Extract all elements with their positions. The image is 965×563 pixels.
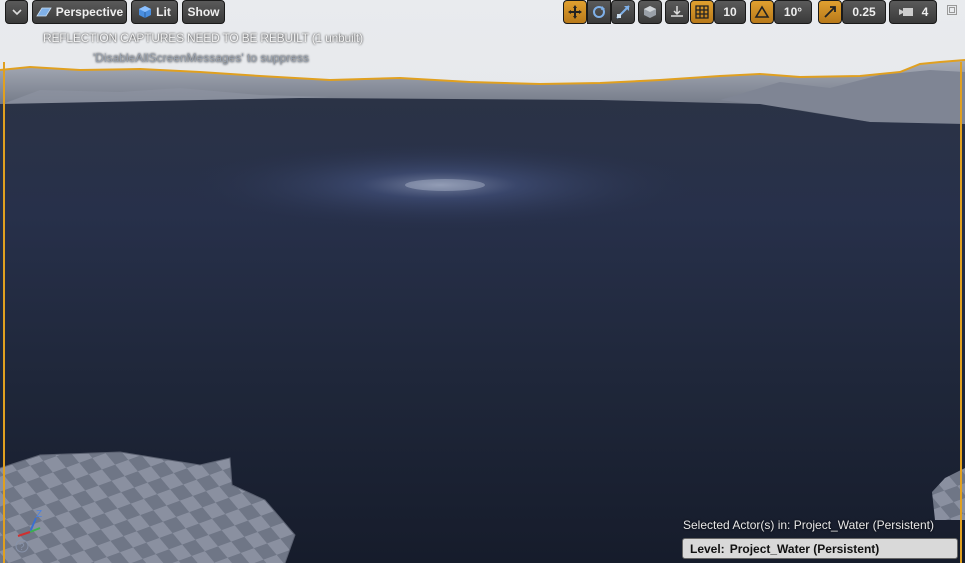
scale-snap-toggle[interactable] [818, 0, 842, 24]
scale-snap-value: 0.25 [852, 5, 876, 19]
svg-text:?: ? [19, 542, 25, 553]
camera-speed-icon [898, 6, 914, 18]
level-label: Level: [690, 541, 725, 556]
world-local-button[interactable] [638, 0, 662, 24]
lit-cube-icon [138, 5, 152, 19]
level-viewport[interactable]: Perspective Lit Show 10 10° 0.25 4 REFLE… [0, 0, 965, 563]
scale-mode-button[interactable] [611, 0, 635, 24]
reflection-capture-warning: REFLECTION CAPTURES NEED TO BE REBUILT (… [43, 31, 363, 45]
grid-snap-toggle[interactable] [690, 0, 714, 24]
scale-icon [615, 4, 631, 20]
translate-icon [567, 4, 583, 20]
scene-render [0, 0, 965, 563]
grid-snap-value-dropdown[interactable]: 10 [714, 0, 746, 24]
rotation-snap-value-dropdown[interactable]: 10° [774, 0, 812, 24]
scale-snap-value-dropdown[interactable]: 0.25 [842, 0, 886, 24]
rotation-snap-icon [754, 5, 770, 19]
surface-snap-button[interactable] [665, 0, 689, 24]
perspective-label: Perspective [55, 5, 124, 19]
suppress-messages-hint: 'DisableAllScreenMessages' to suppress [93, 51, 310, 65]
perspective-icon [36, 6, 52, 18]
rotation-snap-toggle[interactable] [750, 0, 774, 24]
maximize-viewport-button[interactable] [944, 4, 960, 20]
axis-gizmo-icon: Z ? [15, 509, 42, 553]
viewport-options-dropdown[interactable] [5, 0, 28, 24]
world-local-icon [642, 4, 658, 20]
rotation-snap-value: 10° [783, 5, 803, 19]
perspective-button[interactable]: Perspective [32, 0, 127, 24]
svg-text:Z: Z [36, 509, 42, 520]
lit-label: Lit [156, 5, 171, 19]
grid-snap-value: 10 [723, 5, 737, 19]
camera-speed-dropdown[interactable]: 4 [889, 0, 937, 24]
level-value: Project_Water (Persistent) [729, 541, 880, 556]
surface-snap-icon [669, 4, 685, 20]
lit-button[interactable]: Lit [131, 0, 178, 24]
rotate-icon [591, 4, 607, 20]
scale-snap-icon [823, 5, 837, 19]
maximize-icon [946, 3, 958, 21]
chevron-down-icon [11, 8, 22, 16]
translate-mode-button[interactable] [563, 0, 587, 24]
rotate-mode-button[interactable] [587, 0, 611, 24]
show-button[interactable]: Show [182, 0, 225, 24]
show-label: Show [187, 5, 220, 19]
camera-speed-value: 4 [921, 5, 929, 19]
selected-actor-info: Selected Actor(s) in: Project_Water (Per… [683, 518, 934, 532]
current-level-indicator: Level: Project_Water (Persistent) [682, 538, 958, 559]
grid-snap-icon [695, 5, 709, 19]
